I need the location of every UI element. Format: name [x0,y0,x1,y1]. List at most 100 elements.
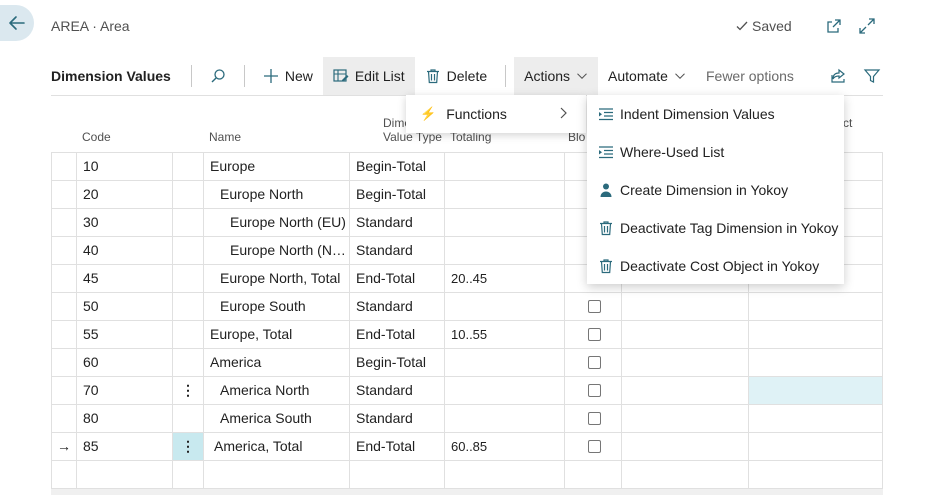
back-button[interactable] [0,5,34,41]
name-cell[interactable]: America North [204,377,350,404]
code-cell[interactable]: 85 [77,433,173,460]
totaling-cell[interactable] [445,405,565,432]
row-selector[interactable] [52,321,77,348]
name-cell[interactable]: Europe North [204,181,350,208]
row-actions-icon[interactable] [173,349,204,376]
row-actions-icon[interactable] [173,265,204,292]
row-actions-icon[interactable] [173,153,204,180]
row-selector[interactable] [52,153,77,180]
name-cell[interactable]: America, Total [204,433,350,460]
blocked-checkbox[interactable] [588,412,601,425]
row-selector[interactable] [52,377,77,404]
code-cell[interactable]: 30 [77,209,173,236]
automate-menu-button[interactable]: Automate [598,57,696,95]
row-selector[interactable] [52,349,77,376]
col-header-name[interactable]: Name [209,130,241,144]
row-actions-icon[interactable] [173,237,204,264]
col-header-extra[interactable]: ct [843,116,852,130]
blocked-cell[interactable] [565,461,622,488]
totaling-cell[interactable] [445,349,565,376]
expand-button[interactable] [858,17,876,35]
row-selector[interactable]: → [52,433,77,460]
totaling-cell[interactable]: 60..85 [445,433,565,460]
table-row[interactable]: 50 Europe South Standard [52,293,883,321]
table-row[interactable]: → 85 ⋮ America, Total End-Total 60..85 [52,433,883,461]
totaling-cell[interactable] [445,461,565,488]
submenu-item[interactable]: Deactivate Tag Dimension in Yokoy [587,209,844,247]
col-header-code[interactable]: Code [82,130,111,144]
table-row[interactable] [52,461,883,489]
type-cell[interactable]: Begin-Total [350,349,445,376]
type-cell[interactable]: End-Total [350,265,445,292]
extra-cell[interactable] [622,405,749,432]
totaling-cell[interactable] [445,153,565,180]
blocked-cell[interactable] [565,433,622,460]
extra-cell[interactable] [749,321,883,348]
type-cell[interactable]: Standard [350,377,445,404]
submenu-item[interactable]: Deactivate Cost Object in Yokoy [587,247,844,285]
row-selector[interactable] [52,181,77,208]
totaling-cell[interactable] [445,209,565,236]
table-row[interactable]: 70 ⋮ America North Standard [52,377,883,405]
code-cell[interactable]: 45 [77,265,173,292]
code-cell[interactable]: 40 [77,237,173,264]
submenu-item[interactable]: Where-Used List [587,133,844,171]
submenu-item[interactable]: Indent Dimension Values [587,95,844,133]
blocked-cell[interactable] [565,321,622,348]
row-actions-icon[interactable] [173,293,204,320]
row-selector[interactable] [52,237,77,264]
extra-cell[interactable] [749,293,883,320]
blocked-checkbox[interactable] [588,440,601,453]
type-cell[interactable] [350,461,445,488]
extra-cell[interactable] [749,405,883,432]
share-icon[interactable] [829,67,847,85]
extra-cell[interactable] [749,377,883,404]
row-selector[interactable] [52,461,77,488]
delete-button[interactable]: Delete [415,57,497,95]
name-cell[interactable]: Europe North (EU) [204,209,350,236]
extra-cell[interactable] [622,377,749,404]
table-row[interactable]: 60 America Begin-Total [52,349,883,377]
type-cell[interactable]: Standard [350,405,445,432]
code-cell[interactable]: 80 [77,405,173,432]
extra-cell[interactable] [622,433,749,460]
extra-cell[interactable] [622,293,749,320]
open-new-window-button[interactable] [825,17,843,35]
extra-cell[interactable] [622,321,749,348]
blocked-checkbox[interactable] [588,328,601,341]
row-actions-icon[interactable] [173,181,204,208]
type-cell[interactable]: End-Total [350,321,445,348]
blocked-checkbox[interactable] [588,356,601,369]
blocked-checkbox[interactable] [588,300,601,313]
name-cell[interactable]: Europe [204,153,350,180]
row-selector[interactable] [52,209,77,236]
blocked-cell[interactable] [565,349,622,376]
new-button[interactable]: New [253,57,323,95]
row-actions-icon[interactable] [173,209,204,236]
type-cell[interactable]: Standard [350,209,445,236]
table-row[interactable]: 80 America South Standard [52,405,883,433]
totaling-cell[interactable] [445,237,565,264]
row-actions-icon[interactable]: ⋮ [173,377,204,404]
search-button[interactable] [200,57,236,95]
extra-cell[interactable] [622,461,749,488]
type-cell[interactable]: Standard [350,293,445,320]
code-cell[interactable]: 55 [77,321,173,348]
blocked-checkbox[interactable] [588,384,601,397]
blocked-cell[interactable] [565,405,622,432]
row-selector[interactable] [52,405,77,432]
name-cell[interactable]: America [204,349,350,376]
code-cell[interactable] [77,461,173,488]
row-selector[interactable] [52,293,77,320]
totaling-cell[interactable]: 10..55 [445,321,565,348]
type-cell[interactable]: Begin-Total [350,181,445,208]
fewer-options-button[interactable]: Fewer options [696,57,804,95]
totaling-cell[interactable] [445,181,565,208]
name-cell[interactable]: America South [204,405,350,432]
name-cell[interactable]: Europe, Total [204,321,350,348]
name-cell[interactable]: Europe North, Total [204,265,350,292]
row-actions-icon[interactable] [173,461,204,488]
row-actions-icon[interactable] [173,405,204,432]
extra-cell[interactable] [622,349,749,376]
table-row[interactable]: 55 Europe, Total End-Total 10..55 [52,321,883,349]
